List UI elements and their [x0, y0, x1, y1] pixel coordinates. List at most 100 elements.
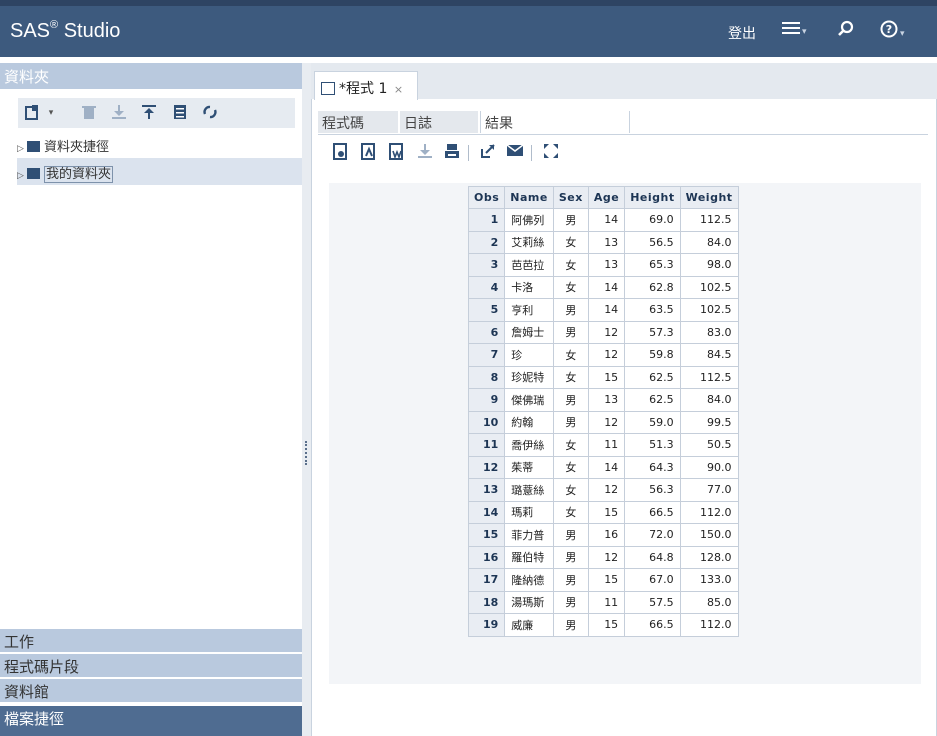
- table-cell: 女: [552, 230, 589, 254]
- table-cell: 62.8: [624, 275, 681, 299]
- expand-arrow-icon[interactable]: ▷: [17, 171, 27, 181]
- table-cell: 12: [587, 545, 626, 569]
- table-row: 14 瑪莉女 15 66.5 112.0: [467, 500, 739, 524]
- divider: [318, 134, 928, 135]
- table-cell: 女: [552, 365, 589, 389]
- splitter-grip[interactable]: [305, 441, 307, 465]
- maximize-icon[interactable]: [542, 143, 560, 161]
- table-cell: 150.0: [679, 523, 739, 547]
- upload-icon[interactable]: [140, 104, 158, 122]
- hamburger-menu-icon[interactable]: ▾: [782, 20, 807, 40]
- table-body: 1 阿佛列男 14 69.0 112.5 2 艾莉絲女 13 56.5 84.0 3 芭芭拉女 13 65…: [467, 208, 739, 637]
- tab-code[interactable]: 程式碼: [318, 111, 398, 133]
- table-row: 17 隆納德男 15 67.0 133.0: [467, 568, 739, 592]
- table-row: 7 珍女 12 59.8 84.5: [467, 343, 739, 367]
- table-row: 18 湯瑪斯男 11 57.5 85.0: [467, 590, 739, 614]
- pane-splitter[interactable]: [302, 63, 311, 736]
- table-cell: 男: [552, 298, 589, 322]
- program-tab-strip: *程式 1 ×: [311, 63, 937, 100]
- file-shortcuts-section-header[interactable]: 檔案捷徑: [0, 705, 302, 736]
- table-cell: 59.8: [624, 343, 681, 367]
- toolbar-separator: [531, 145, 532, 161]
- help-icon[interactable]: ? ▾: [880, 20, 905, 42]
- search-icon[interactable]: [837, 20, 855, 42]
- table-cell: 5: [467, 298, 506, 322]
- table-cell: 女: [552, 478, 589, 502]
- table-cell: 112.5: [679, 208, 739, 232]
- table-row: 9 傑佛瑞男 13 62.5 84.0: [467, 388, 739, 412]
- download-icon[interactable]: [110, 104, 128, 122]
- table-cell: 菲力普: [504, 523, 554, 547]
- email-icon[interactable]: [506, 143, 524, 161]
- table-cell: 59.0: [624, 410, 681, 434]
- open-new-window-icon[interactable]: [479, 143, 497, 161]
- table-cell: 64.8: [624, 545, 681, 569]
- table-cell: 18: [467, 590, 506, 614]
- table-cell: 喬伊絲: [504, 433, 554, 457]
- table-cell: 12: [587, 410, 626, 434]
- toolbar-separator: [468, 145, 469, 161]
- table-cell: 15: [587, 613, 626, 637]
- user-folder-icon: [27, 168, 40, 179]
- expand-arrow-icon[interactable]: ▷: [17, 144, 27, 154]
- table-cell: 詹姆士: [504, 320, 554, 344]
- table-cell: 133.0: [679, 568, 739, 592]
- tree-item-folder-shortcuts[interactable]: ▷ 資料夾捷徑: [17, 131, 109, 158]
- table-cell: 84.5: [679, 343, 739, 367]
- table-cell: 69.0: [624, 208, 681, 232]
- table-cell: 57.3: [624, 320, 681, 344]
- table-cell: 阿佛列: [504, 208, 554, 232]
- table-cell: 98.0: [679, 253, 739, 277]
- work-area: *程式 1 × 程式碼 日誌 結果 Obs Name Sex Age Heigh…: [311, 63, 937, 736]
- table-cell: 男: [552, 590, 589, 614]
- table-cell: 16: [587, 523, 626, 547]
- table-cell: 男: [552, 568, 589, 592]
- new-item-icon[interactable]: [24, 104, 42, 122]
- chevron-down-icon[interactable]: ▾: [42, 104, 60, 122]
- table-cell: 15: [587, 500, 626, 524]
- close-icon[interactable]: ×: [394, 83, 403, 96]
- table-cell: 13: [587, 388, 626, 412]
- libraries-section-header[interactable]: 資料館: [0, 678, 302, 702]
- tab-log[interactable]: 日誌: [400, 111, 478, 133]
- app-title: SAS® Studio: [10, 19, 121, 42]
- properties-icon[interactable]: [171, 104, 189, 122]
- table-cell: 57.5: [624, 590, 681, 614]
- tab-label: *程式 1: [339, 81, 388, 97]
- tab-program-1[interactable]: *程式 1 ×: [314, 71, 418, 100]
- rtf-download-icon[interactable]: [388, 143, 406, 161]
- tree-item-my-folders[interactable]: ▷ 我的資料夾: [17, 158, 302, 185]
- table-row: 13 璐薏絲女 12 56.3 77.0: [467, 478, 739, 502]
- results-table: Obs Name Sex Age Height Weight 1 阿佛列男 14 69…: [467, 186, 739, 637]
- table-cell: 茱蒂: [504, 455, 554, 479]
- tasks-section-header[interactable]: 工作: [0, 628, 302, 652]
- delete-icon[interactable]: [80, 104, 98, 122]
- table-cell: 84.0: [679, 388, 739, 412]
- table-cell: 15: [587, 365, 626, 389]
- table-cell: 12: [587, 320, 626, 344]
- table-cell: 男: [552, 523, 589, 547]
- table-cell: 17: [467, 568, 506, 592]
- html-download-icon[interactable]: [332, 143, 350, 161]
- table-cell: 卡洛: [504, 275, 554, 299]
- table-row: 10 約翰男 12 59.0 99.5: [467, 410, 739, 434]
- print-icon[interactable]: [443, 143, 461, 161]
- refresh-icon[interactable]: [201, 104, 219, 122]
- snippets-section-header[interactable]: 程式碼片段: [0, 653, 302, 677]
- table-cell: 11: [467, 433, 506, 457]
- tab-results[interactable]: 結果: [480, 111, 630, 133]
- table-cell: 63.5: [624, 298, 681, 322]
- table-cell: 女: [552, 343, 589, 367]
- tree-item-label: 資料夾捷徑: [44, 140, 110, 155]
- table-cell: 女: [552, 253, 589, 277]
- pdf-download-icon[interactable]: [360, 143, 378, 161]
- download-icon[interactable]: [416, 143, 434, 161]
- signout-link[interactable]: 登出: [728, 23, 756, 43]
- table-cell: 9: [467, 388, 506, 412]
- table-cell: 112.0: [679, 613, 739, 637]
- table-cell: 12: [467, 455, 506, 479]
- table-cell: 15: [467, 523, 506, 547]
- column-header: Obs: [467, 186, 506, 209]
- table-cell: 3: [467, 253, 506, 277]
- folders-section-header[interactable]: 資料夾: [0, 63, 302, 89]
